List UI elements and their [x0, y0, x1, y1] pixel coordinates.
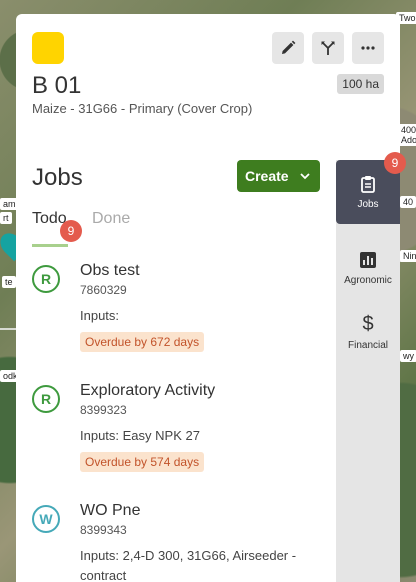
job-name[interactable]: WO Pne: [80, 502, 140, 520]
jobs-rail-badge: 9: [384, 152, 406, 174]
merge-split-icon: [321, 41, 335, 55]
pencil-icon: [282, 40, 296, 54]
dollar-icon: $: [362, 313, 374, 335]
rail-label: Jobs: [357, 198, 379, 210]
area-badge: 100 ha: [337, 74, 384, 94]
job-inputs: Inputs: 2,4-D 300, 31G66, Airseeder - co…: [80, 548, 297, 582]
job-inputs: Inputs:: [80, 308, 120, 323]
more-button[interactable]: [352, 32, 384, 64]
job-name[interactable]: Exploratory Activity: [80, 382, 215, 400]
tab-done[interactable]: Done: [92, 210, 130, 228]
create-button[interactable]: Create: [237, 160, 320, 192]
map-label: te: [2, 276, 16, 288]
job-type-icon: R: [32, 385, 60, 413]
create-label: Create: [245, 168, 289, 184]
map-road: [0, 328, 16, 330]
active-tab-indicator: [32, 244, 68, 247]
job-type-icon: W: [32, 505, 60, 533]
map-label: wy: [400, 350, 416, 362]
field-name: B 01: [32, 72, 82, 99]
ellipsis-icon: [361, 46, 375, 50]
bar-chart-icon: [360, 251, 376, 268]
job-id: 8399343: [80, 523, 127, 537]
rail-label: Agronomic: [344, 274, 392, 286]
job-type-icon: R: [32, 265, 60, 293]
clipboard-icon: [361, 175, 375, 193]
job-inputs: Inputs: Easy NPK 27: [80, 428, 200, 443]
rail-item-agronomic[interactable]: Agronomic: [336, 236, 400, 300]
side-rail: Jobs Agronomic $ Financial: [336, 160, 400, 582]
map-label: rt: [0, 212, 12, 224]
rail-label: Financial: [347, 340, 389, 351]
edit-button[interactable]: [272, 32, 304, 64]
jobs-heading: Jobs: [32, 164, 83, 191]
todo-count-badge: 9: [60, 220, 82, 242]
job-id: 7860329: [80, 283, 127, 297]
overdue-badge: Overdue by 672 days: [80, 332, 205, 352]
panel-actions: [272, 32, 384, 64]
overdue-badge: Overdue by 574 days: [80, 452, 205, 472]
job-id: 8399323: [80, 403, 127, 417]
split-button[interactable]: [312, 32, 344, 64]
chevron-down-icon: [300, 173, 310, 180]
crop-description: Maize - 31G66 - Primary (Cover Crop): [32, 101, 253, 116]
field-color-swatch: [32, 32, 64, 64]
map-label: Ninv: [400, 250, 416, 262]
field-detail-panel: B 01 100 ha Maize - 31G66 - Primary (Cov…: [16, 14, 400, 582]
map-label: 40: [400, 196, 416, 208]
rail-item-financial[interactable]: $ Financial: [336, 300, 400, 364]
map-label: Ado: [398, 134, 416, 146]
job-name[interactable]: Obs test: [80, 262, 140, 280]
